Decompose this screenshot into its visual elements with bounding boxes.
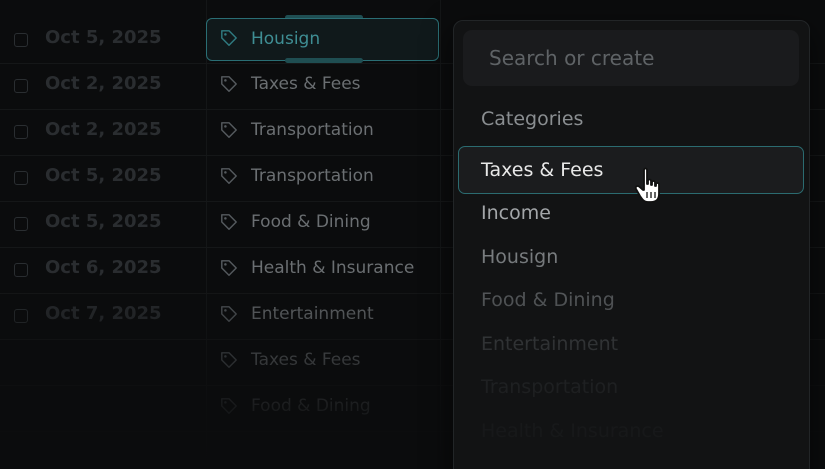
category-cell[interactable]: Transportation — [206, 109, 440, 155]
category-cell[interactable]: Food & Dining — [206, 201, 440, 247]
tag-icon — [221, 214, 237, 230]
option-label: Taxes & Fees — [481, 159, 604, 181]
date-cell[interactable]: Oct 5, 2025 — [0, 155, 200, 201]
category-text: Taxes & Fees — [251, 350, 361, 370]
calendar-icon — [14, 33, 28, 47]
resize-handle[interactable] — [285, 58, 363, 63]
date-cell[interactable]: Oct 2, 2025 — [0, 109, 200, 155]
category-cell[interactable]: Transportation — [206, 155, 440, 201]
category-text: Housign — [251, 29, 321, 49]
category-cell[interactable]: Food & Dining — [206, 385, 440, 431]
calendar-icon — [14, 125, 28, 139]
date-cell[interactable]: Oct 5, 2025 — [0, 17, 200, 63]
category-cell[interactable]: Health & Insurance — [206, 247, 440, 293]
category-text: Taxes & Fees — [251, 74, 361, 94]
category-text: Transportation — [251, 166, 374, 186]
tag-icon — [221, 122, 237, 138]
date-text: Oct 5, 2025 — [45, 27, 162, 48]
search-box[interactable] — [463, 30, 799, 86]
date-cell[interactable]: Oct 7, 2025 — [0, 293, 200, 339]
category-text: Food & Dining — [251, 396, 371, 416]
dropdown-option[interactable]: Food & Dining — [481, 289, 615, 311]
dropdown-option-highlighted[interactable]: Taxes & Fees — [458, 146, 804, 194]
calendar-icon — [14, 79, 28, 93]
tag-icon — [221, 30, 237, 46]
date-text: Oct 2, 2025 — [45, 119, 162, 140]
date-text: Oct 2, 2025 — [45, 73, 162, 94]
category-text: Transportation — [251, 120, 374, 140]
tag-icon — [221, 306, 237, 322]
calendar-icon — [14, 309, 28, 323]
section-label: Categories — [481, 108, 584, 130]
dropdown-option[interactable]: Transportation — [481, 376, 618, 398]
tag-icon — [221, 352, 237, 368]
transactions-app: Oct 5, 2025 Oct 2, 2025 Taxes & Fees Oct… — [0, 0, 825, 469]
category-cell[interactable]: Taxes & Fees — [206, 339, 440, 385]
dropdown-option[interactable]: Income — [481, 202, 551, 224]
dropdown-option[interactable]: Housign — [481, 246, 558, 268]
calendar-icon — [14, 217, 28, 231]
date-cell[interactable]: Oct 5, 2025 — [0, 201, 200, 247]
category-dropdown[interactable]: Categories Taxes & Fees Income Housign F… — [453, 20, 810, 469]
date-cell[interactable]: Oct 6, 2025 — [0, 247, 200, 293]
category-text: Entertainment — [251, 304, 374, 324]
tag-icon — [221, 76, 237, 92]
date-text: Oct 6, 2025 — [45, 257, 162, 278]
date-text: Oct 5, 2025 — [45, 211, 162, 232]
category-cell[interactable]: Taxes & Fees — [206, 63, 440, 109]
dropdown-option[interactable]: Entertainment — [481, 333, 618, 355]
calendar-icon — [14, 171, 28, 185]
date-text: Oct 5, 2025 — [45, 165, 162, 186]
search-input[interactable] — [463, 30, 799, 86]
category-cell-active[interactable]: Housign — [206, 18, 439, 61]
category-text: Food & Dining — [251, 212, 371, 232]
hand-pointer-icon — [634, 167, 660, 203]
date-text: Oct 7, 2025 — [45, 303, 162, 324]
tag-icon — [221, 260, 237, 276]
date-cell[interactable]: Oct 2, 2025 — [0, 63, 200, 109]
category-cell[interactable]: Entertainment — [206, 293, 440, 339]
category-text: Health & Insurance — [251, 258, 415, 278]
dropdown-option[interactable]: Health & Insurance — [481, 420, 664, 442]
tag-icon — [221, 168, 237, 184]
tag-icon — [221, 398, 237, 414]
calendar-icon — [14, 263, 28, 277]
